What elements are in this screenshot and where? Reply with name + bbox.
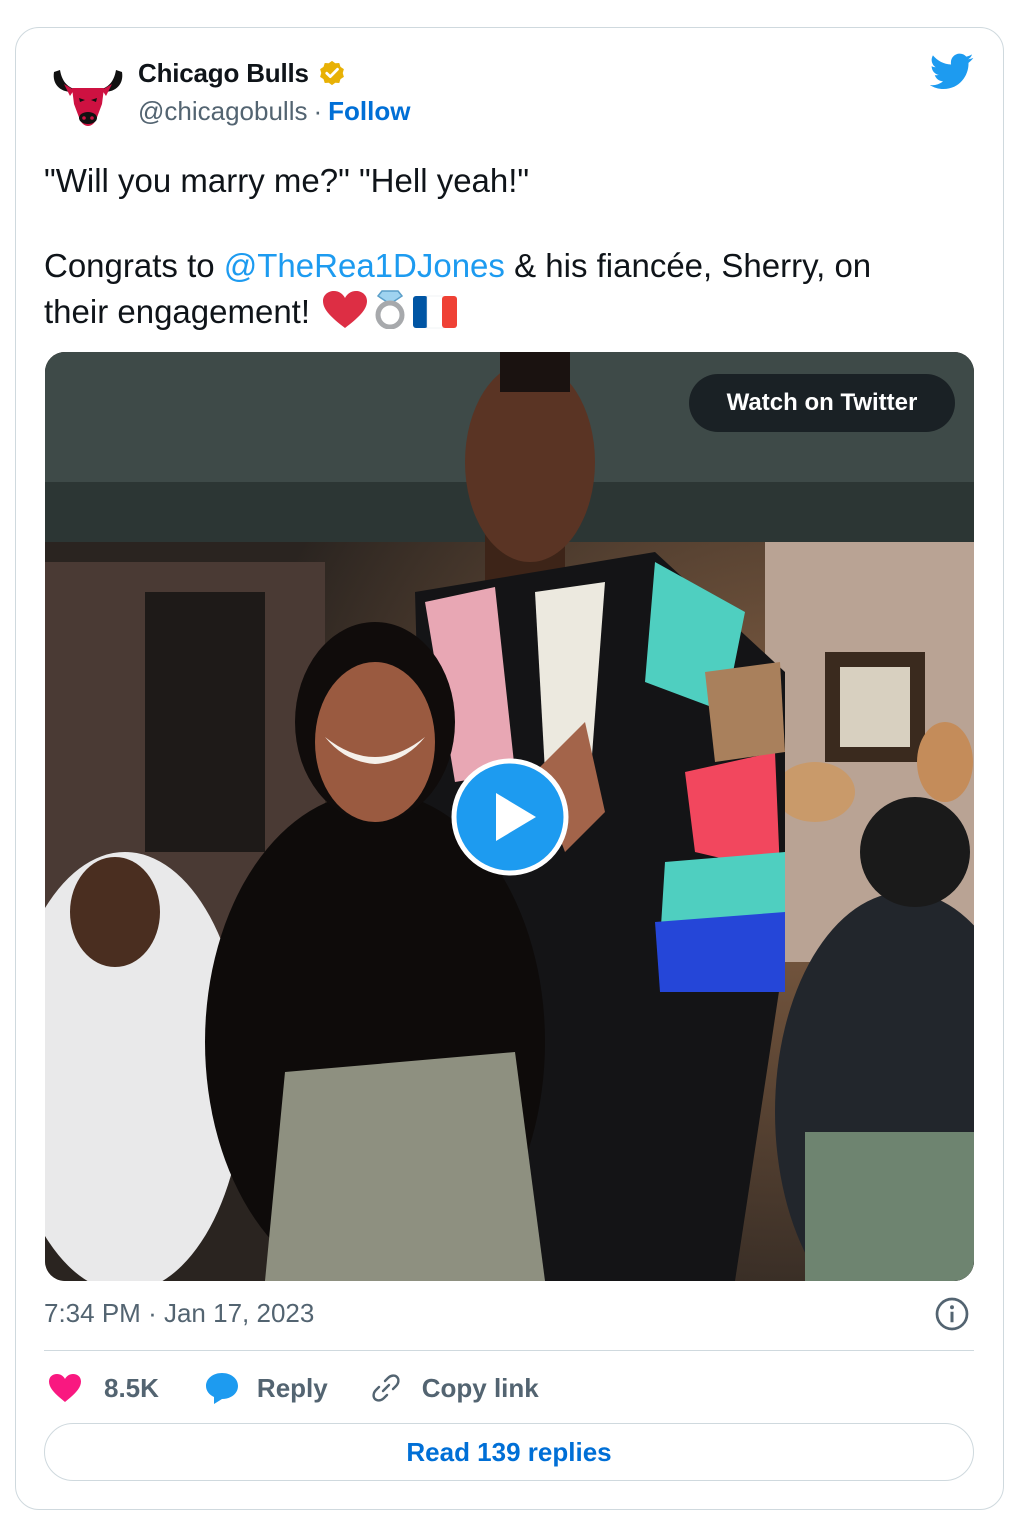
action-bar: 8.5K Reply Copy link — [44, 1366, 539, 1410]
tweet-time: 7:34 PM — [44, 1298, 141, 1328]
heart-icon — [49, 1374, 81, 1402]
link-icon — [372, 1374, 400, 1402]
heart-emoji-icon — [323, 291, 368, 328]
reply-button[interactable]: Reply — [205, 1371, 328, 1405]
watch-on-twitter-button[interactable]: Watch on Twitter — [689, 374, 955, 432]
account-name[interactable]: Chicago Bulls — [138, 58, 309, 89]
video-thumbnail[interactable]: Watch on Twitter — [45, 352, 974, 1281]
account-handle[interactable]: @chicagobulls — [138, 96, 307, 127]
play-icon[interactable] — [450, 757, 570, 877]
bulls-logo-avatar[interactable] — [50, 62, 126, 130]
like-button[interactable]: 8.5K — [48, 1373, 159, 1404]
divider — [44, 1350, 974, 1351]
tweet-line-1: "Will you marry me?" "Hell yeah!" — [44, 162, 530, 199]
tweet-text-suffix: & his fiancée, Sherry, on — [504, 247, 872, 284]
tweet-line-2: Congrats to @TheRea1DJones & his fiancée… — [44, 245, 974, 287]
reply-label: Reply — [256, 1372, 328, 1403]
like-count: 8.5K — [104, 1372, 159, 1403]
handle-separator: · — [313, 96, 323, 126]
copy-link-label: Copy link — [421, 1372, 539, 1403]
tweet-text-prefix: Congrats to — [44, 247, 224, 284]
france-flag-emoji-icon — [413, 295, 458, 329]
timestamp-separator: · — [148, 1298, 157, 1328]
handle-row: @chicagobulls · Follow — [138, 96, 410, 127]
account-name-row: Chicago Bulls — [138, 58, 347, 89]
tweet-line-3: their engagement! — [44, 287, 974, 333]
ring-emoji-icon — [375, 290, 405, 329]
copy-link-button[interactable]: Copy link — [370, 1372, 539, 1404]
tweet-date: Jan 17, 2023 — [163, 1298, 315, 1328]
verified-badge-icon — [319, 60, 344, 85]
tweet-text-end: their engagement! — [44, 293, 311, 330]
follow-link[interactable]: Follow — [328, 96, 410, 127]
twitter-bird-icon[interactable] — [930, 53, 974, 91]
info-icon[interactable] — [934, 1296, 970, 1332]
read-replies-button[interactable]: Read 139 replies — [44, 1423, 974, 1481]
tweet-text: "Will you marry me?" "Hell yeah!" Congra… — [44, 160, 974, 333]
tweet-timestamp[interactable]: 7:34 PM · Jan 17, 2023 — [44, 1298, 314, 1329]
mention-link[interactable]: @TheRea1DJones — [224, 247, 505, 284]
reply-bubble-icon — [205, 1373, 238, 1404]
